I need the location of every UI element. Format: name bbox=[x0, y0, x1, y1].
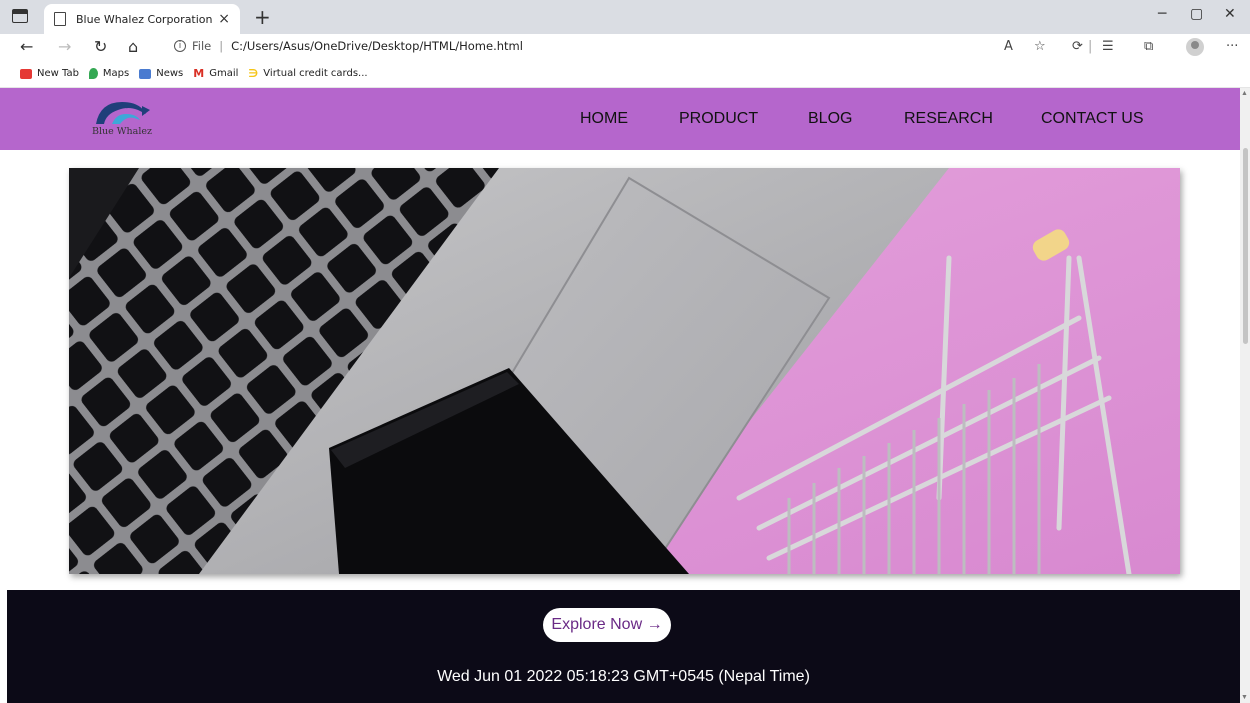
bookmark-label: Virtual credit cards... bbox=[263, 68, 368, 79]
new-tab-button[interactable]: + bbox=[254, 5, 271, 29]
laptop-shopping-cart-illustration bbox=[69, 168, 1180, 574]
favorites-icon[interactable]: ☰ bbox=[1102, 39, 1114, 54]
address-separator: | bbox=[219, 39, 224, 53]
nav-blog[interactable]: BLOG bbox=[808, 110, 852, 128]
close-window-icon[interactable]: ✕ bbox=[1224, 6, 1236, 22]
back-icon[interactable]: ← bbox=[20, 37, 33, 56]
current-datetime: Wed Jun 01 2022 05:18:23 GMT+0545 (Nepal… bbox=[437, 668, 810, 685]
read-aloud-icon[interactable]: A bbox=[1004, 39, 1013, 54]
browser-toolbar: ← → ↻ ⌂ i File | C:/Users/Asus/OneDrive/… bbox=[0, 34, 1250, 60]
news-icon bbox=[139, 68, 152, 79]
info-icon[interactable]: i bbox=[174, 40, 186, 52]
page-viewport: Blue Whalez HOME PRODUCT BLOG RESEARCH C… bbox=[0, 88, 1240, 703]
bookmark-news[interactable]: News bbox=[139, 68, 183, 79]
browser-tab[interactable]: Blue Whalez Corporation × bbox=[44, 4, 240, 34]
nav-product[interactable]: PRODUCT bbox=[679, 110, 758, 128]
more-menu-icon[interactable]: ··· bbox=[1226, 39, 1238, 54]
bookmark-virtual-cards[interactable]: ∋ Virtual credit cards... bbox=[248, 67, 367, 80]
home-icon[interactable]: ⌂ bbox=[128, 37, 138, 56]
tab-actions-icon[interactable] bbox=[12, 9, 28, 23]
bookmark-new-tab[interactable]: New Tab bbox=[20, 68, 79, 79]
forward-icon[interactable]: → bbox=[58, 37, 71, 56]
tab-close-icon[interactable]: × bbox=[218, 11, 230, 27]
toolbar-divider: | bbox=[1088, 39, 1093, 54]
scrollbar-thumb[interactable] bbox=[1243, 148, 1248, 344]
site-navbar: Blue Whalez HOME PRODUCT BLOG RESEARCH C… bbox=[0, 88, 1240, 150]
logo-text: Blue Whalez bbox=[92, 126, 152, 137]
site-logo[interactable]: Blue Whalez bbox=[86, 96, 176, 140]
bookmark-label: News bbox=[156, 68, 184, 79]
bookmark-gmail[interactable]: M Gmail bbox=[193, 67, 238, 80]
scroll-up-icon[interactable]: ▲ bbox=[1241, 90, 1248, 97]
bookmark-label: Maps bbox=[102, 68, 130, 79]
address-protocol: File bbox=[192, 39, 212, 53]
restore-icon[interactable]: ▢ bbox=[1190, 6, 1203, 22]
whale-logo-icon bbox=[96, 102, 150, 124]
browser-tab-bar: Blue Whalez Corporation × + ─ ▢ ✕ bbox=[0, 0, 1250, 34]
page-icon bbox=[54, 12, 66, 26]
maps-pin-icon bbox=[88, 68, 98, 79]
bookmarks-bar: New Tab Maps News M Gmail ∋ Virtual cred… bbox=[0, 60, 1250, 88]
gmail-icon: M bbox=[193, 67, 205, 80]
nav-home[interactable]: HOME bbox=[580, 110, 628, 128]
bookmark-maps[interactable]: Maps bbox=[88, 68, 130, 79]
scroll-down-icon[interactable]: ▼ bbox=[1241, 694, 1248, 701]
profile-avatar[interactable] bbox=[1186, 38, 1204, 56]
extensions-icon[interactable]: ⟳ bbox=[1072, 39, 1083, 54]
collections-icon[interactable]: ⧉ bbox=[1144, 39, 1153, 54]
tab-title: Blue Whalez Corporation bbox=[76, 12, 213, 26]
address-bar[interactable]: i File | C:/Users/Asus/OneDrive/Desktop/… bbox=[166, 35, 994, 57]
bookmark-label: Gmail bbox=[209, 68, 239, 79]
hero-image bbox=[69, 168, 1180, 574]
explore-now-button[interactable]: Explore Now → bbox=[543, 608, 671, 642]
refresh-icon[interactable]: ↻ bbox=[94, 37, 107, 56]
minimize-icon[interactable]: ─ bbox=[1158, 6, 1166, 22]
nav-contact-us[interactable]: CONTACT US bbox=[1041, 110, 1144, 128]
bookmark-label: New Tab bbox=[37, 68, 79, 79]
youtube-icon bbox=[20, 68, 32, 79]
address-url[interactable]: C:/Users/Asus/OneDrive/Desktop/HTML/Home… bbox=[231, 39, 523, 53]
nav-research[interactable]: RESEARCH bbox=[904, 110, 993, 128]
favorite-star-icon[interactable]: ☆ bbox=[1034, 39, 1046, 54]
virtual-card-icon: ∋ bbox=[248, 67, 259, 80]
footer-band: Explore Now → Wed Jun 01 2022 05:18:23 G… bbox=[7, 590, 1240, 703]
